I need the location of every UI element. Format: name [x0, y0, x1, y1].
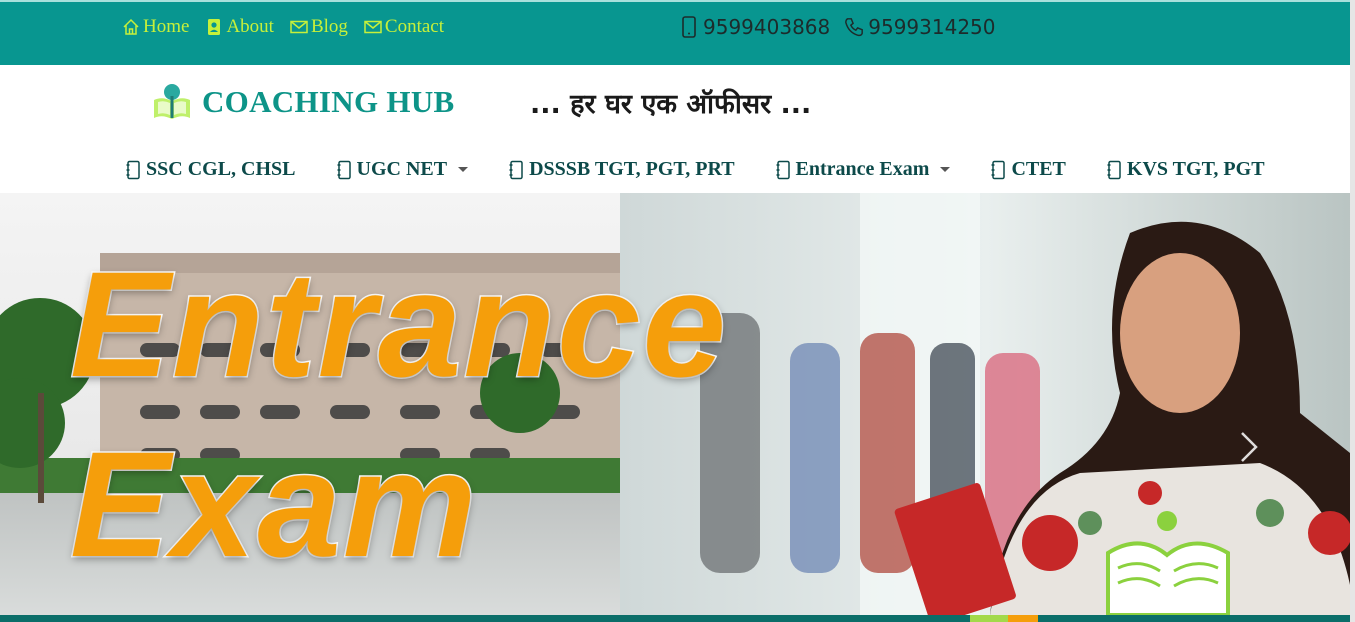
brand[interactable]: COACHING HUB	[152, 82, 454, 122]
chevron-down-icon	[940, 167, 951, 172]
top-links: Home About Blog Contact	[122, 16, 444, 38]
mobile-phone-icon	[682, 16, 696, 38]
hero-title-line2: Exam	[68, 419, 479, 590]
blog-link-label: Blog	[310, 16, 348, 37]
bottom-strip	[0, 615, 1355, 622]
accent-bar-orange	[1008, 615, 1038, 622]
notebook-icon	[991, 160, 1006, 179]
nav-item-entrance-exam-label: Entrance Exam	[795, 158, 930, 180]
nav-item-ctet[interactable]: CTET	[990, 158, 1066, 181]
home-link[interactable]: Home	[122, 16, 189, 38]
notebook-icon	[126, 160, 140, 179]
notebook-icon	[337, 160, 351, 179]
main-nav: SSC CGL, CHSL UGC NET DSSSB TGT, PGT, PR…	[125, 158, 1265, 181]
mobile-number[interactable]: 9599403868	[679, 15, 830, 39]
accent-bar-green	[970, 615, 1008, 622]
brand-name: COACHING HUB	[202, 84, 455, 119]
hero-title-line1: Entrance	[69, 239, 728, 410]
mobile-number-text: 9599403868	[703, 15, 831, 39]
notebook-icon	[776, 160, 790, 179]
nav-item-dsssb-label: DSSSB TGT, PGT, PRT	[529, 158, 735, 180]
telephone-icon	[845, 18, 864, 37]
nav-item-ssc[interactable]: SSC CGL, CHSL	[125, 158, 296, 181]
notebook-icon	[509, 160, 523, 179]
about-link[interactable]: About	[205, 16, 274, 38]
blog-link[interactable]: Blog	[290, 16, 348, 38]
home-link-label: Home	[143, 16, 190, 37]
contact-link[interactable]: Contact	[364, 16, 444, 38]
telephone-number[interactable]: 9599314250	[844, 15, 996, 39]
chevron-down-icon	[458, 167, 469, 172]
nav-item-ssc-label: SSC CGL, CHSL	[146, 158, 296, 180]
envelope-icon	[290, 20, 308, 34]
hero-carousel[interactable]: Entrance Exam	[0, 193, 1355, 615]
nav-item-dsssb[interactable]: DSSSB TGT, PGT, PRT	[508, 158, 735, 181]
top-bar: Home About Blog Contact 9599403868 95993…	[0, 0, 1355, 65]
about-link-label: About	[226, 16, 274, 37]
telephone-number-text: 9599314250	[868, 15, 996, 39]
scrollbar[interactable]	[1350, 0, 1355, 622]
nav-item-ugc-net-label: UGC NET	[356, 158, 448, 180]
home-icon	[123, 18, 139, 35]
phone-numbers: 9599403868 9599314250	[679, 15, 996, 39]
carousel-next-arrow-icon[interactable]	[1230, 425, 1266, 469]
contact-link-label: Contact	[384, 16, 444, 37]
notebook-icon	[1107, 160, 1121, 179]
nav-item-kvs-label: KVS TGT, PGT	[1126, 158, 1265, 180]
nav-item-kvs[interactable]: KVS TGT, PGT	[1106, 158, 1265, 181]
book-tree-logo-icon	[154, 84, 190, 119]
tagline: ... हर घर एक ऑफीसर ...	[530, 89, 812, 120]
nav-item-ugc-net[interactable]: UGC NET	[336, 158, 469, 181]
nav-item-ctet-label: CTET	[1011, 158, 1066, 180]
user-card-icon	[208, 19, 221, 35]
nav-item-entrance-exam[interactable]: Entrance Exam	[775, 158, 951, 181]
envelope-icon	[364, 20, 382, 34]
